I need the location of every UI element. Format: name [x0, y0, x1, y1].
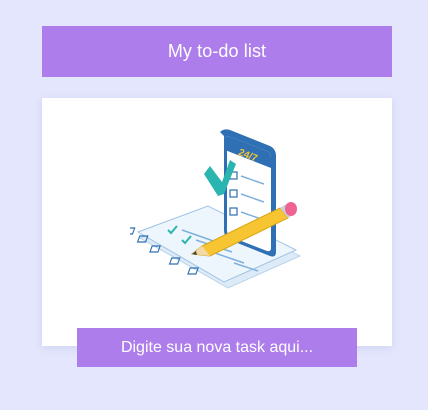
new-task-input[interactable]: [77, 328, 357, 367]
paper-checkbox: [130, 227, 136, 235]
page-title: My to-do list: [42, 26, 392, 77]
checklist-phone-illustration: 24/7: [130, 129, 302, 289]
illustration-card: 24/7: [42, 98, 392, 346]
page-title-text: My to-do list: [167, 41, 267, 61]
